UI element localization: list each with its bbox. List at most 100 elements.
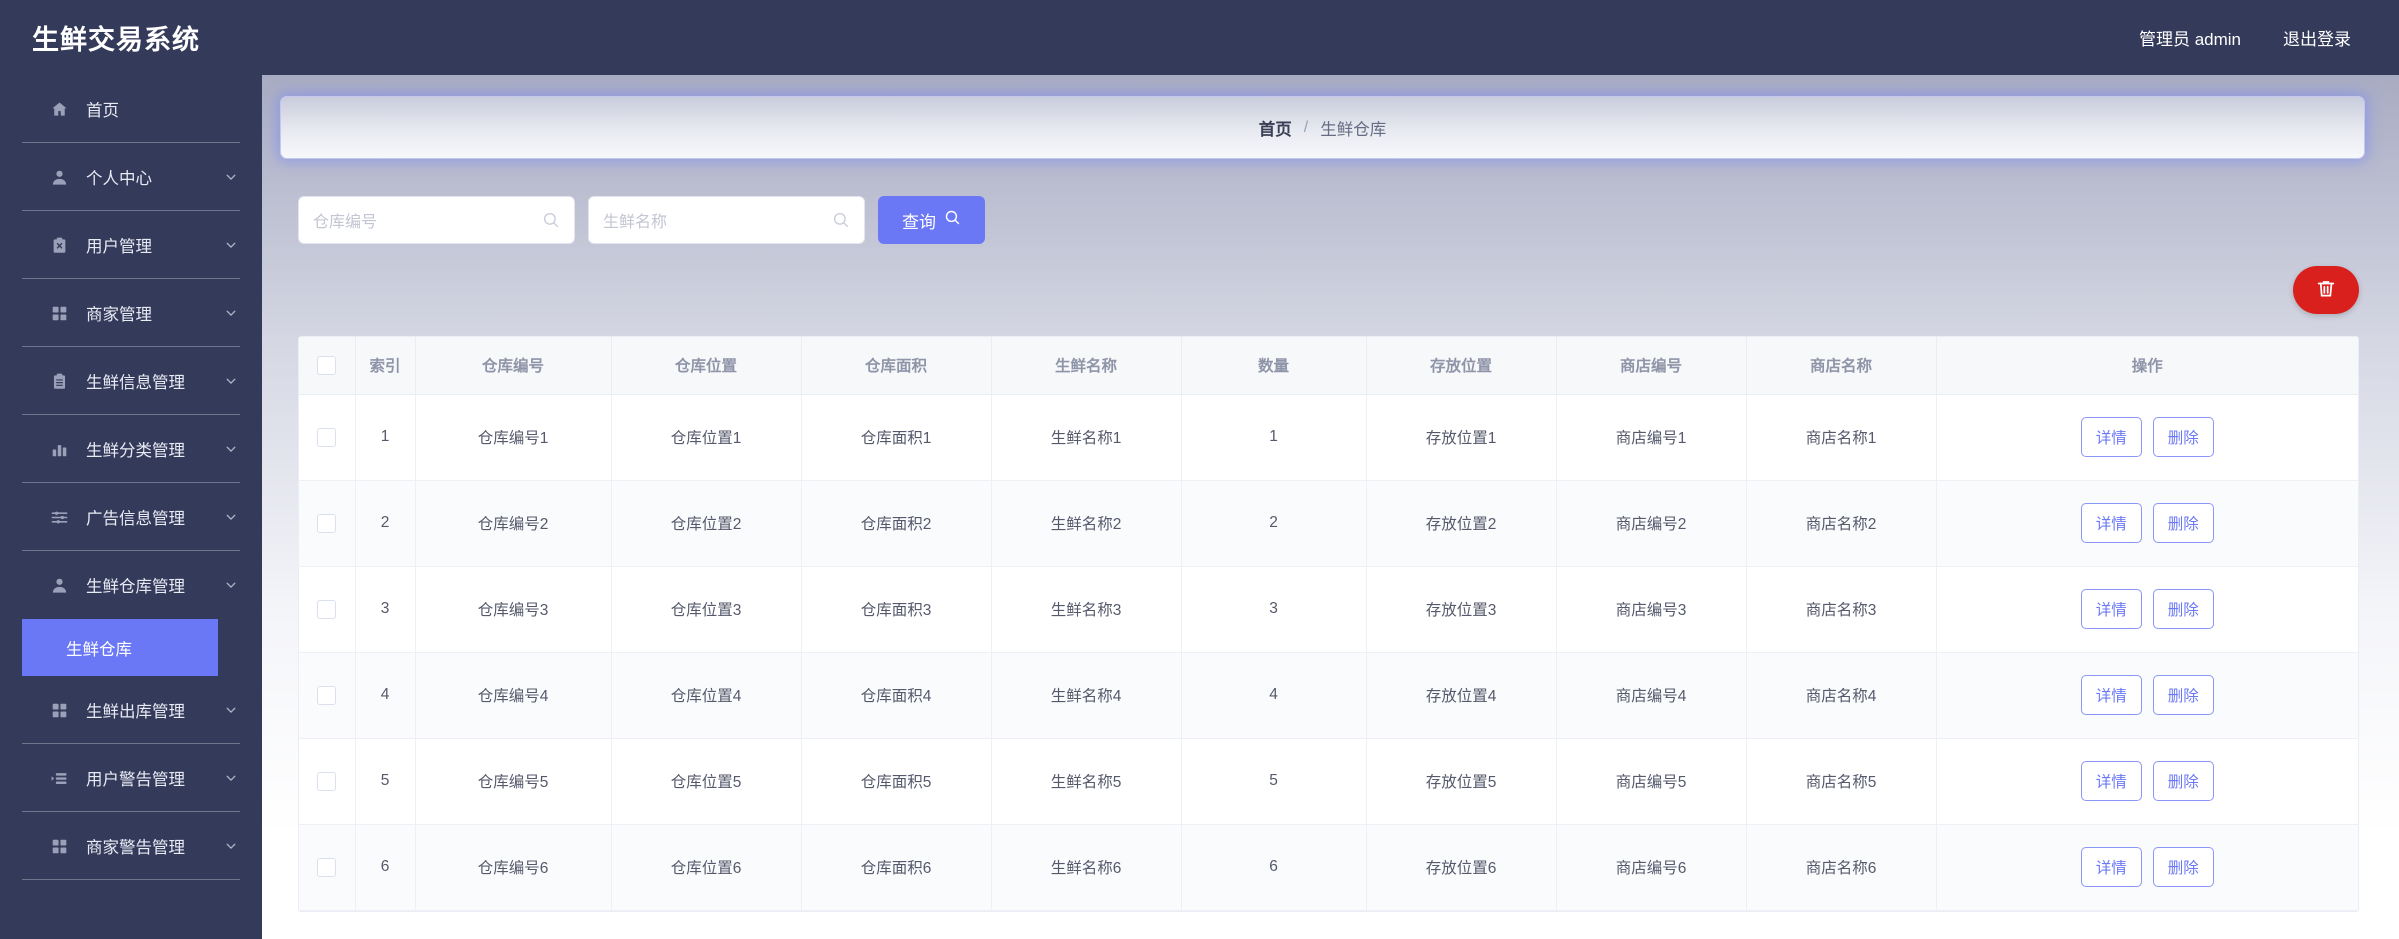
brand-logo: 生鲜交易系统 (0, 0, 262, 75)
sidebar-submenu-item-active[interactable]: 生鲜仓库 (22, 619, 218, 676)
chevron-down-icon[interactable] (222, 769, 240, 787)
list-icon (48, 767, 70, 789)
delete-button[interactable]: 删除 (2152, 589, 2214, 629)
sidebar-item-4[interactable]: 生鲜信息管理 (0, 347, 262, 415)
delete-button[interactable]: 删除 (2152, 503, 2214, 543)
search-input-product-name[interactable]: 生鲜名称 (588, 196, 865, 244)
table-row: 6 仓库编号6 仓库位置6 仓库面积6 生鲜名称6 6 存放位置6 商店编号6 商店名称6 详情删… (299, 824, 2358, 911)
sidebar-item-7[interactable]: 生鲜仓库管理 (0, 551, 262, 619)
cell-qty: 2 (1181, 480, 1367, 567)
sidebar-item-label: 生鲜分类管理 (86, 442, 185, 460)
row-actions-cell: 详情 删除 (1936, 566, 2358, 653)
sidebar-item-label: 生鲜仓库管理 (86, 578, 185, 596)
query-button-label: 查询 (902, 212, 936, 232)
column-header: 操作 (1936, 337, 2358, 395)
sidebar-item-5[interactable]: 生鲜分类管理 (0, 415, 262, 483)
logout-link[interactable]: 退出登录 (2283, 25, 2351, 50)
search-placeholder-product-name: 生鲜名称 (603, 214, 668, 231)
cell-store-loc: 存放位置3 (1366, 566, 1557, 653)
bulk-delete-button[interactable] (2293, 266, 2359, 314)
current-user-label: 管理员 admin (2138, 30, 2241, 49)
cell-index: 1 (355, 394, 416, 481)
row-checkbox[interactable] (317, 685, 337, 705)
delete-button[interactable]: 删除 (2152, 761, 2214, 801)
detail-button[interactable]: 详情 (2080, 675, 2142, 715)
chevron-down-icon[interactable] (222, 508, 240, 526)
chevron-down-icon[interactable] (222, 236, 240, 254)
app-root: 生鲜交易系统 首页 个人中心 用户管理 商家管理 生鲜信息管理 生鲜分类管理 广告信息管理生… (0, 0, 2399, 939)
table-row: 2 仓库编号2 仓库位置2 仓库面积2 生鲜名称2 2 存放位置2 商店编号2 商店名称2 详情删… (299, 480, 2358, 567)
chevron-down-icon[interactable] (222, 701, 240, 719)
cell-warehouse-loc: 仓库位置4 (611, 652, 802, 739)
row-select-cell (299, 566, 356, 653)
row-checkbox[interactable] (317, 771, 337, 791)
search-placeholder-warehouse-no: 仓库编号 (313, 214, 378, 231)
cell-warehouse-loc: 仓库位置3 (611, 566, 802, 653)
user-icon (48, 166, 70, 188)
detail-button[interactable]: 详情 (2080, 417, 2142, 457)
user-icon (48, 574, 70, 596)
cell-shop-name: 商店名称3 (1746, 566, 1937, 653)
cell-warehouse-loc: 仓库位置5 (611, 738, 802, 825)
cell-qty: 6 (1181, 824, 1367, 911)
sidebar-item-2[interactable]: 用户管理 (0, 211, 262, 279)
select-all-checkbox[interactable] (317, 355, 337, 375)
sidebar-item-9[interactable]: 用户警告管理 (0, 744, 262, 812)
row-checkbox[interactable] (317, 513, 337, 533)
breadcrumb: 首页 / 生鲜仓库 (280, 96, 2365, 159)
sidebar-item-label: 生鲜出库管理 (86, 703, 185, 721)
delete-button[interactable]: 删除 (2152, 417, 2214, 457)
cell-store-loc: 存放位置6 (1366, 824, 1557, 911)
cell-qty: 1 (1181, 394, 1367, 481)
search-input-warehouse-no[interactable]: 仓库编号 (298, 196, 575, 244)
row-select-cell (299, 394, 356, 481)
cell-product: 生鲜名称2 (991, 480, 1182, 567)
chevron-down-icon[interactable] (222, 837, 240, 855)
chevron-down-icon[interactable] (222, 168, 240, 186)
chevron-down-icon[interactable] (222, 372, 240, 390)
table-row: 1 仓库编号1 仓库位置1 仓库面积1 生鲜名称1 1 存放位置1 商店编号1 商店名称1 详情删… (299, 394, 2358, 481)
sidebar-item-10[interactable]: 商家警告管理 (0, 812, 262, 880)
column-header: 仓库位置 (611, 337, 802, 395)
cell-shop-no: 商店编号4 (1556, 652, 1747, 739)
cell-warehouse-area: 仓库面积5 (801, 738, 992, 825)
content-area: 首页 / 生鲜仓库 仓库编号 生鲜名称 查询 索引 仓库编号 仓库位置 仓库面积… (262, 75, 2399, 939)
cell-index: 3 (355, 566, 416, 653)
sidebar-item-label: 用户管理 (86, 238, 152, 256)
delete-button[interactable]: 删除 (2152, 847, 2214, 887)
chevron-down-icon[interactable] (222, 440, 240, 458)
chevron-down-icon[interactable] (222, 576, 240, 594)
bar-chart-icon (48, 438, 70, 460)
sidebar-item-8[interactable]: 生鲜出库管理 (0, 676, 262, 744)
sidebar-item-label: 首页 (86, 102, 119, 120)
row-checkbox[interactable] (317, 427, 337, 447)
breadcrumb-home[interactable]: 首页 (1259, 116, 1292, 140)
cell-store-loc: 存放位置2 (1366, 480, 1557, 567)
cell-shop-no: 商店编号1 (1556, 394, 1747, 481)
cell-warehouse-no: 仓库编号6 (415, 824, 612, 911)
cell-warehouse-loc: 仓库位置1 (611, 394, 802, 481)
data-table-container: 索引 仓库编号 仓库位置 仓库面积 生鲜名称 数量 存放位置 商店编号 商店名称 操作 1 仓库编号… (298, 336, 2359, 912)
sidebar-item-1[interactable]: 个人中心 (0, 143, 262, 211)
detail-button[interactable]: 详情 (2080, 847, 2142, 887)
row-checkbox[interactable] (317, 599, 337, 619)
cell-warehouse-area: 仓库面积1 (801, 394, 992, 481)
table-row: 4 仓库编号4 仓库位置4 仓库面积4 生鲜名称4 4 存放位置4 商店编号4 商店名称4 详情删… (299, 652, 2358, 739)
detail-button[interactable]: 详情 (2080, 589, 2142, 629)
cell-product: 生鲜名称6 (991, 824, 1182, 911)
query-button[interactable]: 查询 (878, 196, 985, 244)
sidebar-item-3[interactable]: 商家管理 (0, 279, 262, 347)
delete-button[interactable]: 删除 (2152, 675, 2214, 715)
cell-shop-no: 商店编号6 (1556, 824, 1747, 911)
cell-shop-name: 商店名称4 (1746, 652, 1937, 739)
detail-button[interactable]: 详情 (2080, 503, 2142, 543)
column-header: 生鲜名称 (991, 337, 1182, 395)
cell-index: 2 (355, 480, 416, 567)
detail-button[interactable]: 详情 (2080, 761, 2142, 801)
sidebar-item-0[interactable]: 首页 (0, 75, 262, 143)
chevron-down-icon[interactable] (222, 304, 240, 322)
sidebar-item-6[interactable]: 广告信息管理 (0, 483, 262, 551)
row-checkbox[interactable] (317, 857, 337, 877)
row-select-cell (299, 738, 356, 825)
sidebar-item-label: 商家管理 (86, 306, 152, 324)
